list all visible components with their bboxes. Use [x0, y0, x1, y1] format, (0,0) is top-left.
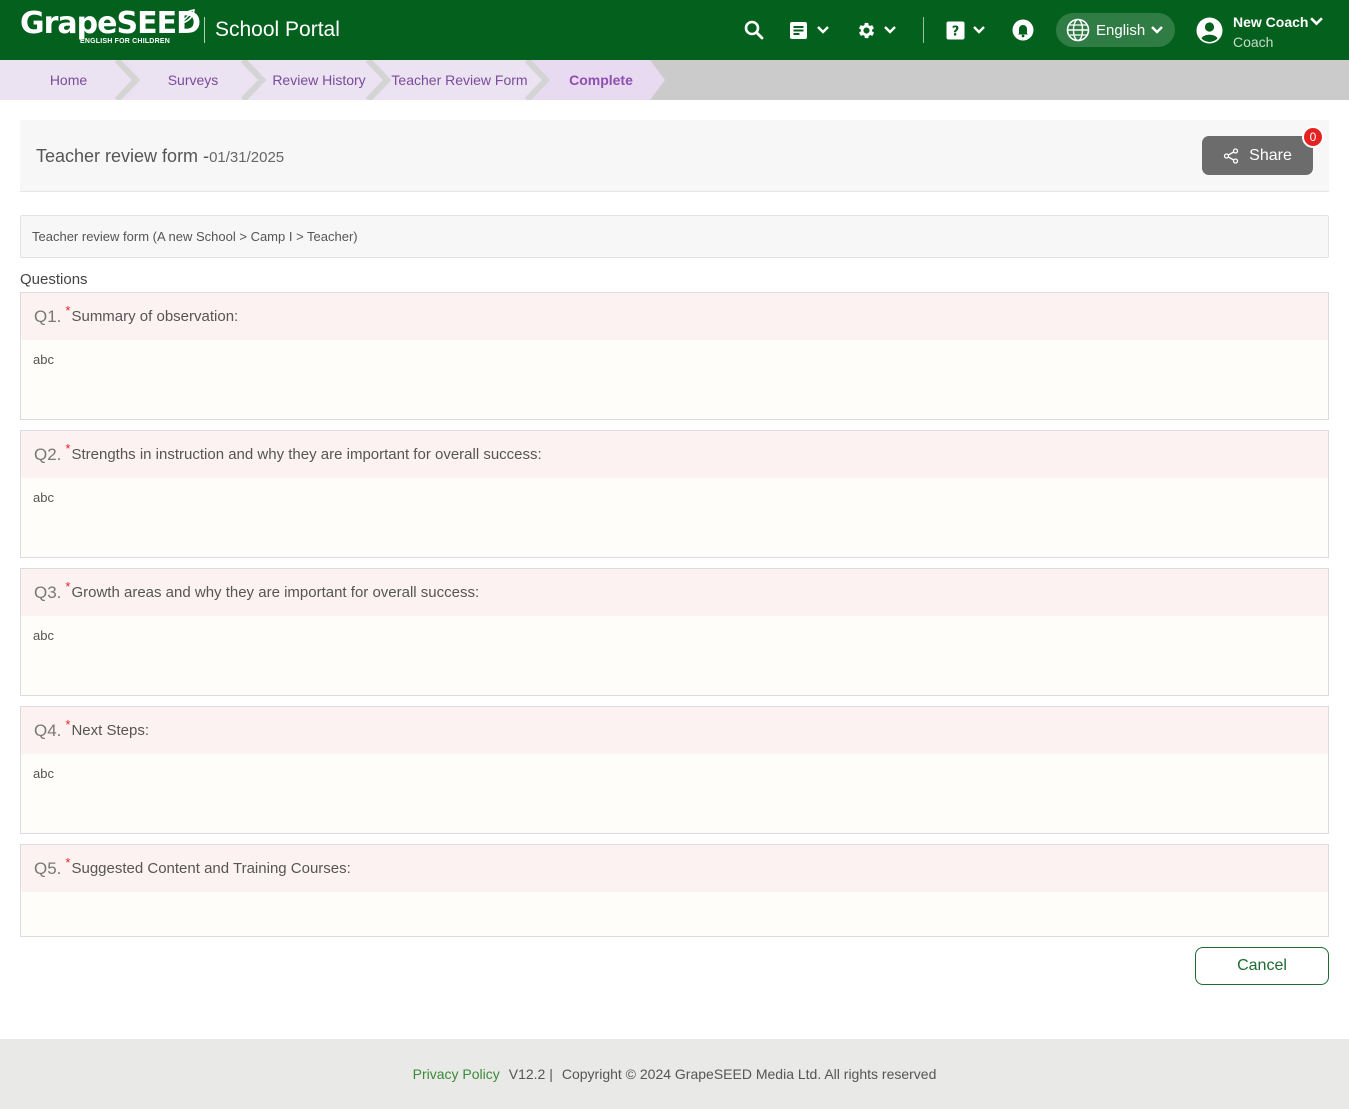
grapeseed-logo[interactable]: GrapeSEED ENGLISH FOR CHILDREN	[20, 6, 201, 52]
portal-title: School Portal	[215, 18, 340, 41]
question-header: Q5. * Suggested Content and Training Cou…	[21, 845, 1328, 892]
header-divider	[204, 17, 205, 43]
question-text: Strengths in instruction and why they ar…	[71, 446, 542, 463]
share-label: Share	[1249, 146, 1292, 164]
required-marker: *	[65, 441, 71, 456]
breadcrumb-teacher-review-form[interactable]: Teacher Review Form	[388, 60, 531, 100]
question-text: Suggested Content and Training Courses:	[71, 860, 351, 877]
help-icon: ?	[946, 21, 965, 39]
chevron-down-icon	[884, 26, 896, 34]
question-number: Q1.	[34, 306, 62, 326]
copyright-text: Copyright © 2024 GrapeSEED Media Ltd. Al…	[561, 1066, 937, 1082]
top-navigation-bar: GrapeSEED ENGLISH FOR CHILDREN School Po…	[0, 0, 1349, 60]
header-divider	[923, 17, 924, 43]
required-marker: *	[65, 579, 71, 594]
required-marker: *	[65, 717, 71, 732]
breadcrumb-complete: Complete	[569, 72, 633, 88]
user-avatar-icon[interactable]	[1196, 17, 1223, 44]
share-count-badge: 0	[1302, 126, 1324, 148]
user-name[interactable]: New Coach	[1233, 14, 1308, 30]
question-card-2: Q2. * Strengths in instruction and why t…	[20, 430, 1329, 558]
question-answer: abc	[33, 352, 54, 367]
cancel-button[interactable]: Cancel	[1195, 947, 1329, 985]
chevron-down-icon	[1151, 26, 1164, 34]
required-marker: *	[65, 855, 71, 870]
chevron-down-icon	[817, 26, 829, 34]
question-card-3: Q3. * Growth areas and why they are impo…	[20, 568, 1329, 696]
user-role: Coach	[1233, 34, 1274, 50]
logo-text: GrapeSEED	[20, 6, 201, 41]
question-number: Q3.	[34, 582, 62, 602]
globe-icon	[1066, 18, 1090, 42]
chevron-down-icon	[973, 26, 985, 34]
question-number: Q4.	[34, 720, 62, 740]
gear-icon	[858, 22, 875, 38]
breadcrumb: Home Surveys Review History Teacher Revi…	[0, 60, 1349, 100]
settings-menu-button[interactable]	[856, 16, 896, 44]
chevron-down-icon[interactable]	[1310, 17, 1323, 26]
breadcrumb-home[interactable]: Home	[0, 60, 137, 100]
documents-menu-button[interactable]	[789, 16, 829, 44]
question-answer: abc	[33, 766, 54, 781]
question-card-1: Q1. * Summary of observation: abc	[20, 292, 1329, 420]
question-card-5: Q5. * Suggested Content and Training Cou…	[20, 844, 1329, 937]
question-answer	[21, 892, 1328, 916]
page-header: Teacher review form -01/31/2025 Share 0	[20, 120, 1329, 192]
search-button[interactable]	[744, 16, 764, 44]
question-number: Q2.	[34, 444, 62, 464]
privacy-policy-link[interactable]: Privacy Policy	[413, 1066, 500, 1082]
page-footer: Privacy Policy V12.2 | Copyright © 2024 …	[0, 1039, 1349, 1109]
breadcrumb-review-history[interactable]: Review History	[262, 60, 376, 100]
svg-text:?: ?	[952, 24, 960, 39]
language-selector[interactable]: English	[1056, 13, 1175, 47]
question-header: Q2. * Strengths in instruction and why t…	[21, 431, 1328, 478]
question-text: Next Steps:	[71, 722, 150, 739]
question-answer: abc	[33, 628, 54, 643]
question-number: Q5.	[34, 858, 62, 878]
page-title-date: 01/31/2025	[209, 149, 285, 166]
share-button[interactable]: Share	[1202, 136, 1313, 175]
required-marker: *	[65, 303, 71, 318]
page-title-text: Teacher review form -	[36, 146, 210, 166]
question-text: Growth areas and why they are important …	[71, 584, 480, 601]
version-label: V12.2 |	[508, 1066, 553, 1082]
help-menu-button[interactable]: ?	[946, 16, 985, 44]
question-header: Q4. * Next Steps:	[21, 707, 1328, 754]
question-header: Q1. * Summary of observation:	[21, 293, 1328, 340]
form-context-path: Teacher review form (A new School > Camp…	[20, 215, 1329, 258]
question-answer: abc	[33, 490, 54, 505]
document-icon	[790, 21, 807, 39]
question-text: Summary of observation:	[71, 308, 239, 325]
questions-heading: Questions	[20, 271, 88, 288]
bell-icon	[1012, 19, 1034, 41]
page-title: Teacher review form -01/31/2025	[36, 146, 284, 167]
language-label: English	[1096, 21, 1146, 39]
share-icon	[1223, 147, 1239, 164]
question-header: Q3. * Growth areas and why they are impo…	[21, 569, 1328, 616]
search-icon	[744, 20, 764, 40]
notifications-button[interactable]	[1012, 16, 1034, 44]
question-card-4: Q4. * Next Steps: abc	[20, 706, 1329, 834]
breadcrumb-surveys[interactable]: Surveys	[137, 60, 249, 100]
leaf-icon	[180, 9, 195, 24]
